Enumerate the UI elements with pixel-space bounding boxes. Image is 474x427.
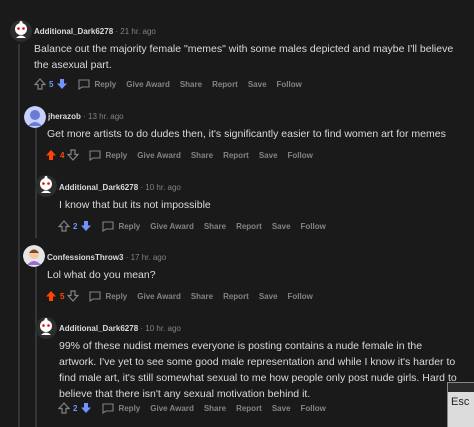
follow-button[interactable]: Follow xyxy=(277,80,302,89)
vote-score: 2 xyxy=(73,221,78,231)
comment-bubble-icon xyxy=(78,78,91,90)
reply-button[interactable]: Reply xyxy=(89,149,127,161)
downvote-icon[interactable] xyxy=(80,220,92,232)
save-button[interactable]: Save xyxy=(272,404,291,413)
vote-control: 2 xyxy=(58,220,92,232)
upvote-icon[interactable] xyxy=(45,149,57,161)
avatar[interactable] xyxy=(10,20,32,42)
upvote-icon[interactable] xyxy=(58,220,70,232)
report-button[interactable]: Report xyxy=(236,222,262,231)
comment-timestamp[interactable]: 17 hr. ago xyxy=(131,253,167,262)
save-button[interactable]: Save xyxy=(259,151,278,160)
comment-body: Balance out the majority female "memes" … xyxy=(34,43,454,71)
give-award-button[interactable]: Give Award xyxy=(150,222,194,231)
share-button[interactable]: Share xyxy=(180,80,202,89)
comment-timestamp[interactable]: 13 hr. ago xyxy=(88,112,124,121)
thread-line[interactable] xyxy=(18,44,20,427)
comment-body: I know that but its not impossible xyxy=(59,199,211,211)
vote-control: 5 xyxy=(34,78,68,90)
give-award-button[interactable]: Give Award xyxy=(126,80,170,89)
vote-score: 5 xyxy=(49,79,54,89)
upvote-icon[interactable] xyxy=(58,402,70,414)
vote-score: 5 xyxy=(60,291,65,301)
comment-bubble-icon xyxy=(89,290,102,302)
follow-button[interactable]: Follow xyxy=(301,404,326,413)
window-text: Esc xyxy=(451,396,470,408)
avatar[interactable] xyxy=(35,317,57,339)
thread-line[interactable] xyxy=(35,265,37,427)
vote-score: 4 xyxy=(60,150,65,160)
save-button[interactable]: Save xyxy=(259,292,278,301)
comment-author[interactable]: Additional_Dark6278 xyxy=(59,324,138,333)
comment-body: Lol what do you mean? xyxy=(47,269,156,281)
share-button[interactable]: Share xyxy=(191,292,213,301)
reply-button[interactable]: Reply xyxy=(102,220,140,232)
report-button[interactable]: Report xyxy=(236,404,262,413)
follow-button[interactable]: Follow xyxy=(288,292,313,301)
vote-control: 5 xyxy=(45,290,80,302)
follow-button[interactable]: Follow xyxy=(301,222,326,231)
upvote-icon[interactable] xyxy=(45,290,57,302)
vote-control: 2 xyxy=(58,402,92,414)
report-button[interactable]: Report xyxy=(223,151,249,160)
comment-author[interactable]: Additional_Dark6278 xyxy=(59,183,138,192)
comment-actions: 5 Reply Give Award Share Report Save Fol… xyxy=(45,290,323,302)
reply-button[interactable]: Reply xyxy=(89,290,127,302)
avatar[interactable] xyxy=(23,245,45,267)
give-award-button[interactable]: Give Award xyxy=(137,292,181,301)
report-button[interactable]: Report xyxy=(223,292,249,301)
overlapping-window[interactable]: Esc xyxy=(447,382,474,427)
upvote-icon[interactable] xyxy=(34,78,46,90)
save-button[interactable]: Save xyxy=(272,222,291,231)
avatar[interactable] xyxy=(24,106,46,128)
comment-body: 99% of these nudist memes everyone is po… xyxy=(59,340,457,400)
comment-body: Get more artists to do dudes then, it's … xyxy=(47,128,446,140)
comment-bubble-icon xyxy=(102,402,115,414)
share-button[interactable]: Share xyxy=(204,222,226,231)
comment-bubble-icon xyxy=(102,220,115,232)
avatar[interactable] xyxy=(35,175,57,197)
comment-timestamp[interactable]: 10 hr. ago xyxy=(145,183,181,192)
downvote-icon[interactable] xyxy=(56,78,68,90)
reply-button[interactable]: Reply xyxy=(102,402,140,414)
give-award-button[interactable]: Give Award xyxy=(137,151,181,160)
downvote-icon[interactable] xyxy=(67,290,80,302)
downvote-icon[interactable] xyxy=(67,149,80,161)
reply-button[interactable]: Reply xyxy=(78,78,116,90)
follow-button[interactable]: Follow xyxy=(288,151,313,160)
comment-timestamp[interactable]: 21 hr. ago xyxy=(120,27,156,36)
downvote-icon[interactable] xyxy=(80,402,92,414)
vote-score: 2 xyxy=(73,403,78,413)
comment-author[interactable]: ConfessionsThrow3 xyxy=(47,253,123,262)
comment-timestamp[interactable]: 10 hr. ago xyxy=(145,324,181,333)
comment-actions: 2 Reply Give Award Share Report Save Fol… xyxy=(58,402,336,414)
share-button[interactable]: Share xyxy=(204,404,226,413)
comment-author[interactable]: jherazob xyxy=(48,112,81,121)
give-award-button[interactable]: Give Award xyxy=(150,404,194,413)
report-button[interactable]: Report xyxy=(212,80,238,89)
comment-actions: 2 Reply Give Award Share Report Save Fol… xyxy=(58,220,336,232)
comment-bubble-icon xyxy=(89,149,102,161)
comment-actions: 4 Reply Give Award Share Report Save Fol… xyxy=(45,149,323,161)
window-titlebar[interactable] xyxy=(448,383,474,392)
vote-control: 4 xyxy=(45,149,80,161)
share-button[interactable]: Share xyxy=(191,151,213,160)
save-button[interactable]: Save xyxy=(248,80,267,89)
comment-author[interactable]: Additional_Dark6278 xyxy=(34,27,113,36)
comment-actions: 5 Reply Give Award Share Report Save Fol… xyxy=(34,78,312,90)
